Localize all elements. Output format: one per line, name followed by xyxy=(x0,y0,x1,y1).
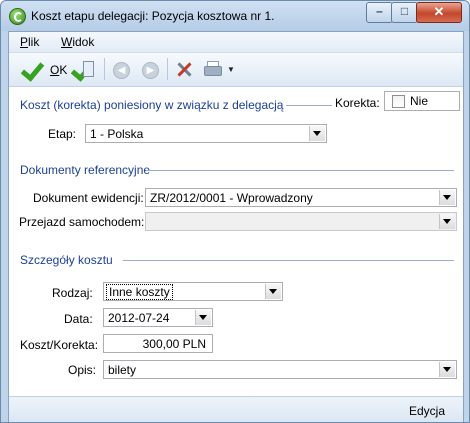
forward-arrow-icon[interactable]: ▶ xyxy=(142,62,159,79)
app-icon xyxy=(9,8,26,25)
chevron-down-icon[interactable] xyxy=(265,284,281,299)
section-divider xyxy=(286,105,332,106)
dropdown-arrow-icon[interactable]: ▼ xyxy=(227,65,235,74)
chevron-down-icon[interactable] xyxy=(439,214,455,229)
status-bar: Edycja xyxy=(9,396,463,422)
etap-label: Etap: xyxy=(48,127,77,141)
dokument-ewidencji-select[interactable]: ZR/2012/0001 - Wprowadzony xyxy=(145,188,457,207)
dokument-ewidencji-label: Dokument ewidencji: xyxy=(33,191,144,205)
ok-check-icon[interactable] xyxy=(23,59,45,79)
ok-button[interactable]: OK xyxy=(50,63,67,77)
minimize-icon: – xyxy=(376,4,383,18)
menu-bar: Plik Widok xyxy=(9,32,463,53)
korekta-label: Korekta: xyxy=(335,96,380,110)
tools-icon[interactable] xyxy=(174,59,194,79)
maximize-button[interactable]: □ xyxy=(391,2,418,23)
save-new-icon[interactable] xyxy=(73,59,95,79)
section-szczegoly-title: Szczegóły kosztu xyxy=(20,253,113,267)
toolbar: OK ◀ ▶ ▼ xyxy=(9,53,463,87)
close-icon: ✕ xyxy=(433,4,445,19)
section-dokumenty-title: Dokumenty referencyjne xyxy=(20,163,151,177)
chevron-down-icon[interactable] xyxy=(439,190,455,205)
opis-select[interactable]: bilety xyxy=(103,360,457,379)
przejazd-samochodem-select[interactable] xyxy=(145,212,457,231)
chevron-down-icon[interactable] xyxy=(195,310,211,325)
section-divider xyxy=(146,170,454,171)
koszt-korekta-label: Koszt/Korekta: xyxy=(20,338,99,352)
opis-label: Opis: xyxy=(68,363,97,377)
chevron-down-icon[interactable] xyxy=(309,126,325,141)
section-koszt-title: Koszt (korekta) poniesiony w związku z d… xyxy=(20,98,284,112)
section-divider xyxy=(123,260,454,261)
menu-plik[interactable]: Plik xyxy=(20,35,39,49)
korekta-checkbox[interactable]: Nie xyxy=(384,91,460,111)
edit-mode-status: Edycja xyxy=(408,404,445,418)
title-bar[interactable]: Koszt etapu delegacji: Pozycja kosztowa … xyxy=(1,1,469,31)
etap-select[interactable]: 1 - Polska xyxy=(85,124,327,143)
dialog-window: Koszt etapu delegacji: Pozycja kosztowa … xyxy=(0,0,470,423)
koszt-korekta-input[interactable]: 300,00 PLN xyxy=(103,334,213,353)
data-date-picker[interactable]: 2012-07-24 xyxy=(103,308,213,327)
rodzaj-label: Rodzaj: xyxy=(52,286,93,300)
data-label: Data: xyxy=(64,312,93,326)
toolbar-separator xyxy=(104,58,105,80)
checkbox-box[interactable] xyxy=(392,95,405,108)
dialog-content: Plik Widok OK ◀ ▶ ▼ Koszt (korekta) poni… xyxy=(8,31,464,422)
przejazd-label: Przejazd samochodem: xyxy=(19,215,145,229)
back-arrow-icon[interactable]: ◀ xyxy=(113,62,130,79)
toolbar-separator xyxy=(167,58,168,80)
menu-widok[interactable]: Widok xyxy=(61,35,94,49)
chevron-down-icon[interactable] xyxy=(439,362,455,377)
printer-icon[interactable] xyxy=(203,60,222,78)
rodzaj-select[interactable]: Inne koszty xyxy=(103,282,283,301)
minimize-button[interactable]: – xyxy=(366,2,393,23)
maximize-icon: □ xyxy=(400,4,409,18)
close-button[interactable]: ✕ xyxy=(416,2,462,23)
window-title: Koszt etapu delegacji: Pozycja kosztowa … xyxy=(31,9,275,23)
